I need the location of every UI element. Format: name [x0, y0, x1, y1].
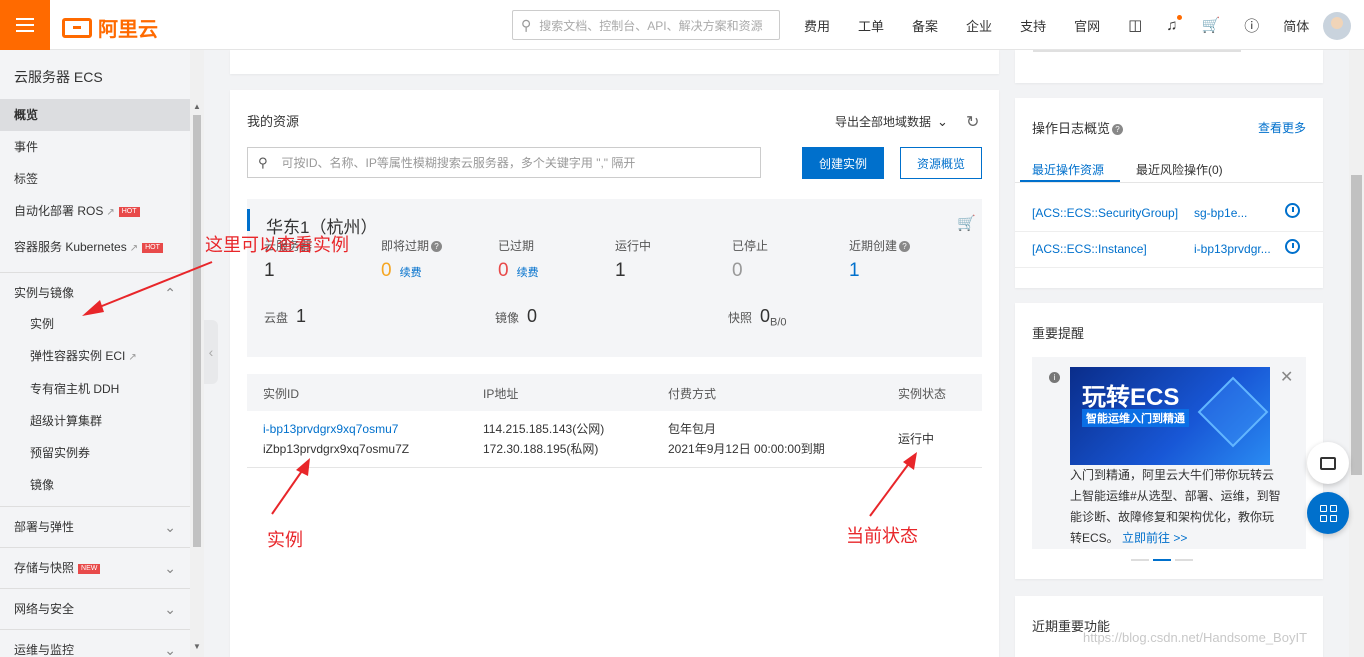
terminal-icon[interactable]: ◫: [1128, 16, 1142, 34]
nav-icp[interactable]: 备案: [912, 16, 938, 35]
annotation-current-status: 当前状态: [846, 526, 918, 546]
arrow-to-status: [869, 461, 911, 517]
logo-icon: [62, 17, 92, 38]
nav-enterprise[interactable]: 企业: [966, 16, 992, 35]
cart-icon[interactable]: 🛒: [1202, 16, 1221, 34]
search-icon: ⚲: [521, 16, 532, 33]
search-placeholder: 搜索文档、控制台、API、解决方案和资源: [539, 18, 763, 33]
nav-fees[interactable]: 费用: [804, 16, 830, 35]
nav-support[interactable]: 支持: [1020, 16, 1046, 35]
top-nav: 费用 工单 备案 企业 支持 官网 ◫ ♫ 🛒 ⓘ 简体: [804, 0, 1337, 50]
notification-dot: [1176, 14, 1182, 20]
arrow-head: [296, 458, 310, 476]
logo-text: 阿里云: [98, 19, 158, 41]
hamburger-menu-button[interactable]: [0, 0, 50, 50]
language-switch[interactable]: 简体: [1283, 16, 1309, 35]
watermark: https://blog.csdn.net/Handsome_BoyIT: [1083, 630, 1308, 645]
arrow-to-instances-menu: [91, 261, 213, 311]
nav-tickets[interactable]: 工单: [858, 16, 884, 35]
annotation-view-instances: 这里可以查看实例: [205, 235, 349, 255]
nav-official-site[interactable]: 官网: [1074, 16, 1100, 35]
global-search-input[interactable]: ⚲ 搜索文档、控制台、API、解决方案和资源: [512, 10, 780, 40]
aliyun-logo[interactable]: 阿里云: [62, 13, 158, 42]
arrow-head: [82, 300, 104, 316]
top-bar: 阿里云 ⚲ 搜索文档、控制台、API、解决方案和资源 费用 工单 备案 企业 支…: [0, 0, 1364, 50]
help-icon[interactable]: ⓘ: [1244, 15, 1259, 36]
annotation-instance: 实例: [267, 530, 303, 550]
bell-icon[interactable]: ♫: [1166, 14, 1182, 34]
user-avatar[interactable]: [1323, 12, 1351, 40]
arrow-to-instance-id: [271, 467, 305, 515]
annotation-arrows: [82, 261, 917, 517]
